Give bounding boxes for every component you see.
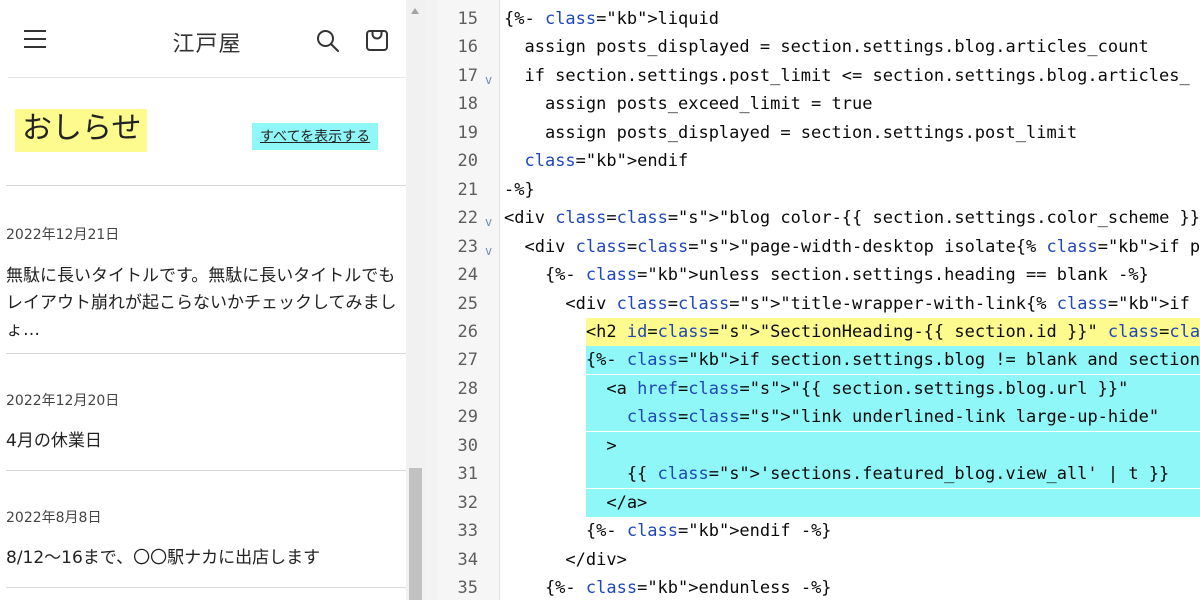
code-text: {{ class="s">'sections.featured_blog.vie… (504, 464, 1170, 485)
section-heading: おしらせ (15, 109, 148, 152)
line-number: 16 (457, 37, 478, 58)
code-line[interactable]: 16 assign posts_displayed = section.sett… (438, 33, 1200, 61)
code-line[interactable]: 28 <a href=class="s">"{{ section.setting… (438, 374, 1200, 403)
code-text: assign posts_exceed_limit = true (504, 94, 873, 115)
article-list: 2022年12月21日 無駄に長いタイトルです。無駄に長いタイトルでもレイアウト… (6, 185, 406, 600)
preview-scrollbar[interactable] (406, 0, 425, 600)
code-text: {%- class="kb">liquid (504, 9, 719, 29)
code-text: <div class=class="s">"title-wrapper-with… (504, 293, 1190, 314)
code-text: assign posts_displayed = section.setting… (504, 122, 1078, 143)
line-number: 35 (457, 578, 478, 598)
article-item[interactable]: 2022年12月20日 4月の休業日 (6, 353, 406, 470)
article-title: 無駄に長いタイトルです。無駄に長いタイトルでもレイアウト崩れが起こらないかチェッ… (6, 266, 397, 340)
article-date: 2022年12月20日 (6, 393, 120, 409)
line-number: 27 (457, 350, 478, 371)
line-number: 18 (457, 94, 478, 115)
line-number: 17 (457, 65, 478, 86)
code-text: class="kb">endif (524, 151, 689, 172)
highlight-cyan (586, 488, 1200, 517)
line-number: 26 (457, 321, 478, 342)
search-icon[interactable] (315, 28, 341, 54)
article-date: 2022年12月21日 (6, 227, 120, 243)
code-line[interactable]: 27 {%- class="kb">if section.settings.bl… (438, 346, 1200, 375)
code-text: {%- class="kb">if section.settings.blog … (504, 350, 1200, 371)
pane-divider[interactable] (425, 0, 438, 600)
highlight-cyan (586, 431, 1200, 460)
code-text: <div class=class="s">"blog color-{{ sect… (504, 208, 1200, 229)
code-text: -%} (504, 179, 535, 200)
line-number: 25 (457, 293, 478, 314)
code-text: </div> (504, 549, 627, 570)
line-number: 28 (457, 378, 478, 399)
line-number: 23 (457, 236, 478, 257)
code-line[interactable]: 25 <div class=class="s">"title-wrapper-w… (438, 290, 1200, 318)
line-number: 31 (457, 464, 478, 485)
code-line[interactable]: 20 class="kb">endif (438, 147, 1200, 175)
line-number: 24 (457, 265, 478, 286)
article-title: 8/12〜16まで、〇〇駅ナカに出店します (6, 548, 321, 568)
code-line[interactable]: 21 -%} (438, 176, 1200, 204)
line-number: 15 (457, 9, 478, 29)
line-number: 29 (457, 407, 478, 428)
code-line[interactable]: 30 > (438, 431, 1200, 460)
site-header: 江戸屋 (8, 0, 406, 78)
code-line[interactable]: 34 </div> (438, 546, 1200, 574)
code-text: <h2 id=class="s">"SectionHeading-{{ sect… (504, 321, 1200, 342)
code-text: <div class=class="s">"page-width-desktop… (504, 236, 1200, 257)
code-line[interactable]: 26 <h2 id=class="s">"SectionHeading-{{ s… (438, 317, 1200, 346)
storefront-preview: 江戸屋 おしらせ すべてを表示する 2022年12月21日 無駄に長いタイトルで… (0, 0, 425, 600)
code-line[interactable]: 33 {%- class="kb">endif -%} (438, 517, 1200, 545)
code-line[interactable]: 35 {%- class="kb">endunless -%} (438, 574, 1200, 600)
code-line[interactable]: 31 {{ class="s">'sections.featured_blog.… (438, 460, 1200, 489)
code-editor[interactable]: 15 {%- class="kb">liquid 16 assign posts_d… (438, 0, 1200, 600)
line-number: 21 (457, 179, 478, 200)
code-text: {%- class="kb">endunless -%} (504, 578, 832, 598)
article-date: 2022年8月8日 (6, 510, 102, 526)
scroll-up-arrow-icon[interactable] (411, 8, 419, 14)
line-number: 22 (457, 208, 478, 229)
code-text: <a href=class="s">"{{ section.settings.b… (504, 378, 1129, 399)
shopping-bag-icon[interactable] (364, 27, 390, 53)
article-item[interactable]: 2022年12月21日 無駄に長いタイトルです。無駄に長いタイトルでもレイアウト… (6, 185, 406, 353)
code-line[interactable]: 22 v <div class=class="s">"blog color-{{ s… (438, 204, 1200, 232)
code-line[interactable]: 32 </a> (438, 488, 1200, 517)
line-number: 33 (457, 521, 478, 542)
code-text: > (504, 435, 617, 456)
code-line[interactable]: 18 assign posts_exceed_limit = true (438, 90, 1200, 118)
scrollbar-thumb[interactable] (409, 468, 422, 600)
code-text: </a> (504, 492, 648, 513)
code-line[interactable]: 15 {%- class="kb">liquid (438, 5, 1200, 33)
line-number: 34 (457, 549, 478, 570)
code-text: assign posts_displayed = section.setting… (504, 37, 1149, 58)
code-line[interactable]: 29 class=class="s">"link underlined-link… (438, 403, 1200, 432)
code-text: {%- class="kb">endif -%} (504, 521, 832, 542)
code-text: if section.settings.post_limit <= sectio… (504, 65, 1190, 86)
article-title: 4月の休業日 (6, 431, 102, 451)
code-text: {%- class="kb">unless section.settings.h… (504, 265, 1149, 286)
line-number: 30 (457, 435, 478, 456)
code-line[interactable]: 17 v if section.settings.post_limit <= se… (438, 62, 1200, 90)
store-name[interactable]: 江戸屋 (8, 26, 406, 58)
article-item[interactable]: 2022年8月8日 8/12〜16まで、〇〇駅ナカに出店します (6, 470, 406, 587)
code-line[interactable]: 24 {%- class="kb">unless section.setting… (438, 261, 1200, 289)
code-text: class=class="s">"link underlined-link la… (626, 407, 1160, 428)
line-number: 20 (457, 151, 478, 172)
line-number: 32 (457, 492, 478, 513)
code-line[interactable]: 19 assign posts_displayed = section.sett… (438, 119, 1200, 147)
article-item[interactable] (6, 587, 406, 600)
code-line[interactable]: 23 v <div class=class="s">"page-width-des… (438, 233, 1200, 261)
line-number: 19 (457, 122, 478, 143)
view-all-link[interactable]: すべてを表示する (252, 123, 379, 150)
